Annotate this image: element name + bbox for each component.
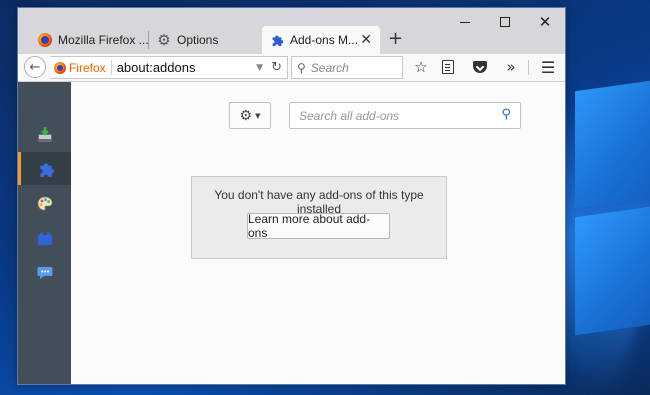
identity-label: Firefox [69, 60, 106, 75]
double-chevron-right-icon: » [506, 58, 516, 76]
search-placeholder: Search [310, 60, 349, 75]
tab-mozilla-firefox[interactable]: Mozilla Firefox ... [30, 26, 149, 54]
maximize-icon [500, 16, 510, 27]
gear-icon: ⚙ [239, 107, 253, 124]
category-get-addons[interactable] [18, 118, 71, 151]
pocket-icon [473, 61, 487, 73]
minimize-button[interactable] [445, 8, 485, 35]
category-plugins[interactable] [18, 222, 71, 255]
identity-box[interactable]: Firefox [50, 60, 112, 75]
close-icon: ✕ [538, 12, 552, 31]
reading-list-button[interactable] [437, 56, 459, 78]
toolbar-divider [528, 60, 529, 75]
puzzle-icon [270, 33, 284, 47]
category-appearance[interactable] [18, 187, 71, 220]
puzzle-icon [40, 162, 54, 177]
empty-notice: You don't have any add-ons of this type … [191, 176, 447, 259]
reload-icon[interactable]: ↻ [271, 60, 282, 75]
dropdown-arrow-icon[interactable]: ▼ [256, 63, 263, 73]
search-icon: ⚲ [297, 60, 306, 75]
category-services[interactable] [18, 256, 71, 289]
windows-logo-pane-bottom [575, 206, 650, 336]
download-tray-icon [37, 126, 52, 142]
gear-icon: ⚙ [157, 31, 171, 49]
window-controls: ✕ [445, 8, 565, 35]
tab-options[interactable]: ⚙ Options [149, 26, 259, 54]
speech-bubble-icon [37, 266, 52, 279]
firefox-icon [38, 33, 52, 47]
addons-main-pane: ⚙ ▼ Search all add-ons ⚲ You don't have a… [71, 82, 565, 384]
search-addons-input[interactable]: Search all add-ons ⚲ [289, 102, 521, 129]
tools-gear-menu-button[interactable]: ⚙ ▼ [229, 102, 271, 129]
navigation-toolbar: ← Firefox about:addons ▼ ↻ ⚲ Search ☆ » … [18, 54, 565, 82]
tab-strip: ✕ Mozilla Firefox ... ⚙ Options Add-ons … [18, 8, 565, 54]
addons-manager: ⚙ ▼ Search all add-ons ⚲ You don't have a… [18, 82, 565, 384]
minimize-icon [460, 21, 470, 23]
windows-logo-pane-top [575, 80, 650, 209]
tab-label: Options [177, 33, 219, 47]
star-icon: ☆ [414, 58, 428, 76]
close-window-button[interactable]: ✕ [525, 8, 565, 35]
bookmark-star-button[interactable]: ☆ [410, 56, 432, 78]
reading-list-icon [442, 60, 454, 74]
search-icon[interactable]: ⚲ [501, 107, 511, 122]
search-addons-placeholder: Search all add-ons [299, 108, 400, 123]
tab-label: Mozilla Firefox ... [58, 33, 149, 47]
maximize-button[interactable] [485, 8, 525, 35]
caret-down-icon: ▼ [255, 111, 261, 120]
url-bar[interactable]: Firefox about:addons ▼ ↻ [50, 56, 288, 79]
new-tab-button[interactable]: + [388, 28, 403, 49]
firefox-icon [54, 61, 66, 74]
plugin-block-icon [37, 232, 52, 245]
back-button[interactable]: ← [24, 56, 46, 78]
learn-more-button[interactable]: Learn more about add-ons [247, 212, 390, 240]
addons-category-sidebar [18, 82, 71, 384]
url-text[interactable]: about:addons [112, 60, 256, 75]
arrow-left-icon: ← [29, 59, 41, 75]
category-extensions[interactable] [18, 152, 71, 185]
tab-label: Add-ons M... [290, 33, 359, 47]
overflow-button[interactable]: » [500, 56, 522, 78]
firefox-window: ✕ Mozilla Firefox ... ⚙ Options Add-ons … [17, 7, 566, 385]
palette-icon [37, 196, 52, 210]
open-menu-button[interactable]: ☰ [537, 56, 559, 78]
close-tab-icon[interactable]: ✕ [360, 32, 372, 48]
hamburger-menu-icon: ☰ [540, 57, 556, 77]
search-bar[interactable]: ⚲ Search [291, 56, 403, 79]
pocket-button[interactable] [469, 56, 491, 78]
tab-add-ons-manager[interactable]: Add-ons M... ✕ [262, 26, 380, 54]
